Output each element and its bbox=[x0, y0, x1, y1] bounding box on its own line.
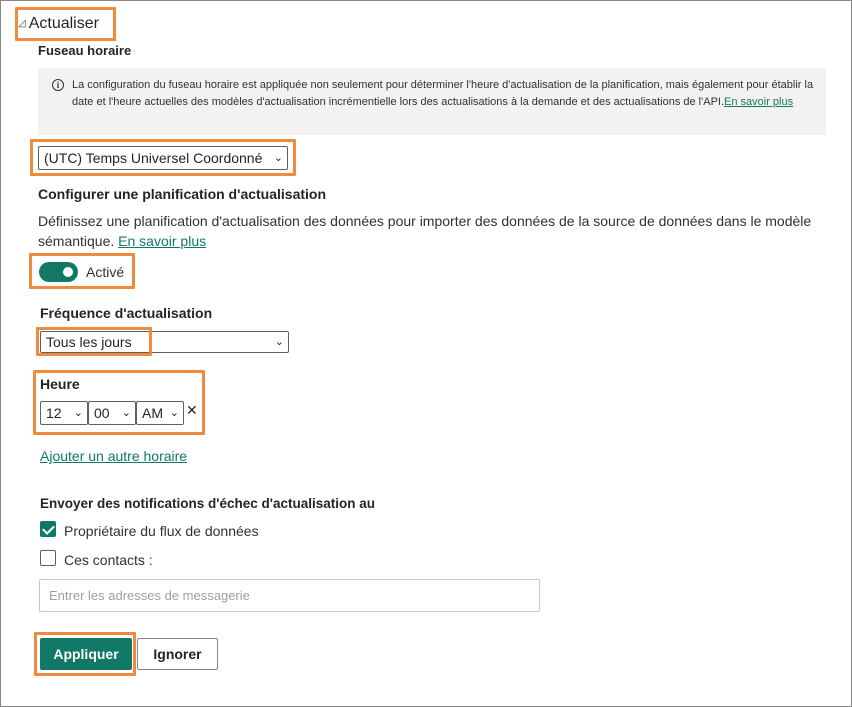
notifications-heading: Envoyer des notifications d'échec d'actu… bbox=[40, 496, 376, 511]
email-addresses-input[interactable] bbox=[39, 579, 540, 612]
owner-checkbox[interactable] bbox=[40, 521, 56, 537]
highlight-box bbox=[29, 253, 135, 289]
highlight-box bbox=[36, 327, 152, 356]
ignore-button[interactable]: Ignorer bbox=[137, 638, 218, 670]
frequency-label: Fréquence d'actualisation bbox=[40, 305, 213, 321]
schedule-description: Définissez une planification d'actualisa… bbox=[38, 211, 828, 251]
info-icon: i bbox=[52, 79, 64, 91]
highlight-box bbox=[15, 7, 116, 41]
timezone-label: Fuseau horaire bbox=[38, 43, 132, 58]
contacts-checkbox[interactable] bbox=[40, 550, 56, 566]
info-text: La configuration du fuseau horaire est a… bbox=[72, 79, 814, 108]
owner-checkbox-label: Propriétaire du flux de données bbox=[64, 523, 259, 539]
highlight-box bbox=[33, 370, 205, 435]
info-learn-more-link[interactable]: En savoir plus bbox=[724, 96, 793, 108]
schedule-heading: Configurer une planification d'actualisa… bbox=[38, 186, 327, 202]
contacts-checkbox-label: Ces contacts : bbox=[64, 552, 153, 568]
add-time-link[interactable]: Ajouter un autre horaire bbox=[40, 446, 187, 466]
highlight-box bbox=[34, 632, 136, 676]
highlight-box bbox=[30, 139, 296, 176]
timezone-info-banner: i La configuration du fuseau horaire est… bbox=[38, 68, 826, 135]
schedule-learn-more-link[interactable]: En savoir plus bbox=[118, 233, 206, 249]
chevron-down-icon: ⌄ bbox=[274, 335, 284, 348]
